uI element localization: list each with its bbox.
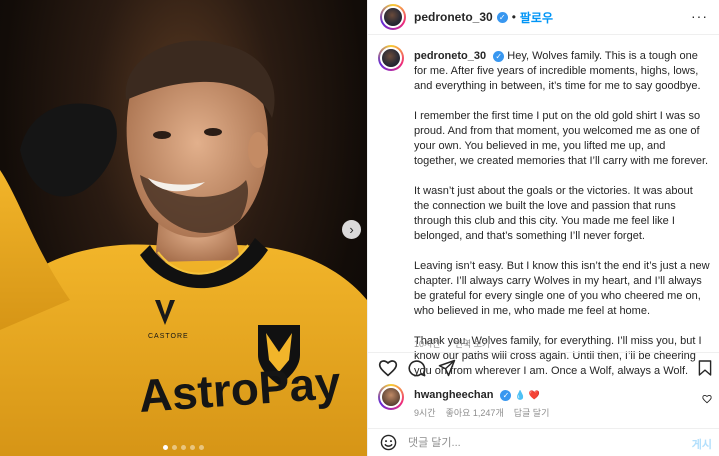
comment-input[interactable] [408, 434, 668, 452]
carousel-dot [199, 445, 204, 450]
carousel-dot [181, 445, 186, 450]
carousel-dot [172, 445, 177, 450]
comment-likes[interactable]: 좋아요 1,247개 [446, 406, 504, 419]
caption-paragraph: Leaving isn’t easy. But I know this isn’… [414, 260, 710, 317]
verified-badge-icon: ✓ [493, 51, 505, 62]
carousel-dot [163, 445, 168, 450]
caption-paragraph: It wasn’t just about the goals or the vi… [414, 185, 693, 242]
player-photo: AstroPay CASTORE [0, 40, 367, 456]
comment-item: hwangheechan ✓ 💧 ❤️ 9시간 좋아요 1,247개 답글 달기 [368, 384, 719, 424]
comment-emoji-heart: ❤️ [528, 389, 540, 400]
send-icon[interactable] [438, 359, 456, 377]
brand-text: CASTORE [148, 333, 189, 340]
carousel-dot [190, 445, 195, 450]
comment-emoji-drop: 💧 [514, 389, 526, 400]
caption-meta: 10시간 번역 보기 [414, 337, 490, 350]
comment-like-icon[interactable] [702, 394, 712, 404]
caption-section: pedroneto_30 ✓ Hey, Wolves family. This … [368, 45, 719, 377]
verified-badge-icon: ✓ [500, 389, 512, 401]
post-header: pedroneto_30 ✓ • 팔로우 ··· [368, 0, 719, 35]
reply-button[interactable]: 답글 달기 [514, 406, 550, 419]
emoji-icon[interactable] [380, 434, 397, 451]
bookmark-icon[interactable] [698, 359, 712, 377]
caption-paragraph: pedroneto_30 ✓ Hey, Wolves family. This … [414, 50, 701, 92]
commenter-avatar[interactable] [378, 384, 404, 410]
separator-dot: • [511, 10, 516, 24]
post-media[interactable]: AstroPay CASTORE › [0, 0, 367, 456]
comment-time: 9시간 [414, 408, 436, 418]
author-avatar[interactable] [380, 4, 406, 30]
comment-icon[interactable] [408, 359, 427, 378]
carousel-next-button[interactable]: › [342, 220, 361, 239]
comment-input-row: 게시 [368, 428, 719, 456]
post-comment-button[interactable]: 게시 [692, 436, 712, 452]
caption-username[interactable]: pedroneto_30 [414, 50, 486, 62]
follow-button[interactable]: 팔로우 [520, 9, 553, 26]
translate-link[interactable]: 번역 보기 [455, 337, 491, 350]
post-side-panel: pedroneto_30 ✓ • 팔로우 ··· pedroneto_30 ✓ … [367, 0, 719, 456]
post-time: 10시간 [414, 339, 441, 349]
comment-meta: 9시간 좋아요 1,247개 답글 달기 [414, 406, 549, 419]
caption-paragraph: I remember the first time I put on the o… [414, 110, 709, 167]
comment-header: hwangheechan ✓ 💧 ❤️ [414, 389, 540, 401]
carousel-dots [0, 445, 367, 450]
caption-author-avatar[interactable] [378, 45, 404, 71]
chevron-right-icon: › [349, 222, 354, 237]
more-options-icon[interactable]: ··· [691, 8, 708, 24]
verified-badge-icon: ✓ [496, 11, 508, 23]
heart-icon[interactable] [378, 359, 398, 377]
action-bar [368, 352, 719, 382]
author-username[interactable]: pedroneto_30 [414, 10, 493, 24]
commenter-username[interactable]: hwangheechan [414, 389, 493, 401]
